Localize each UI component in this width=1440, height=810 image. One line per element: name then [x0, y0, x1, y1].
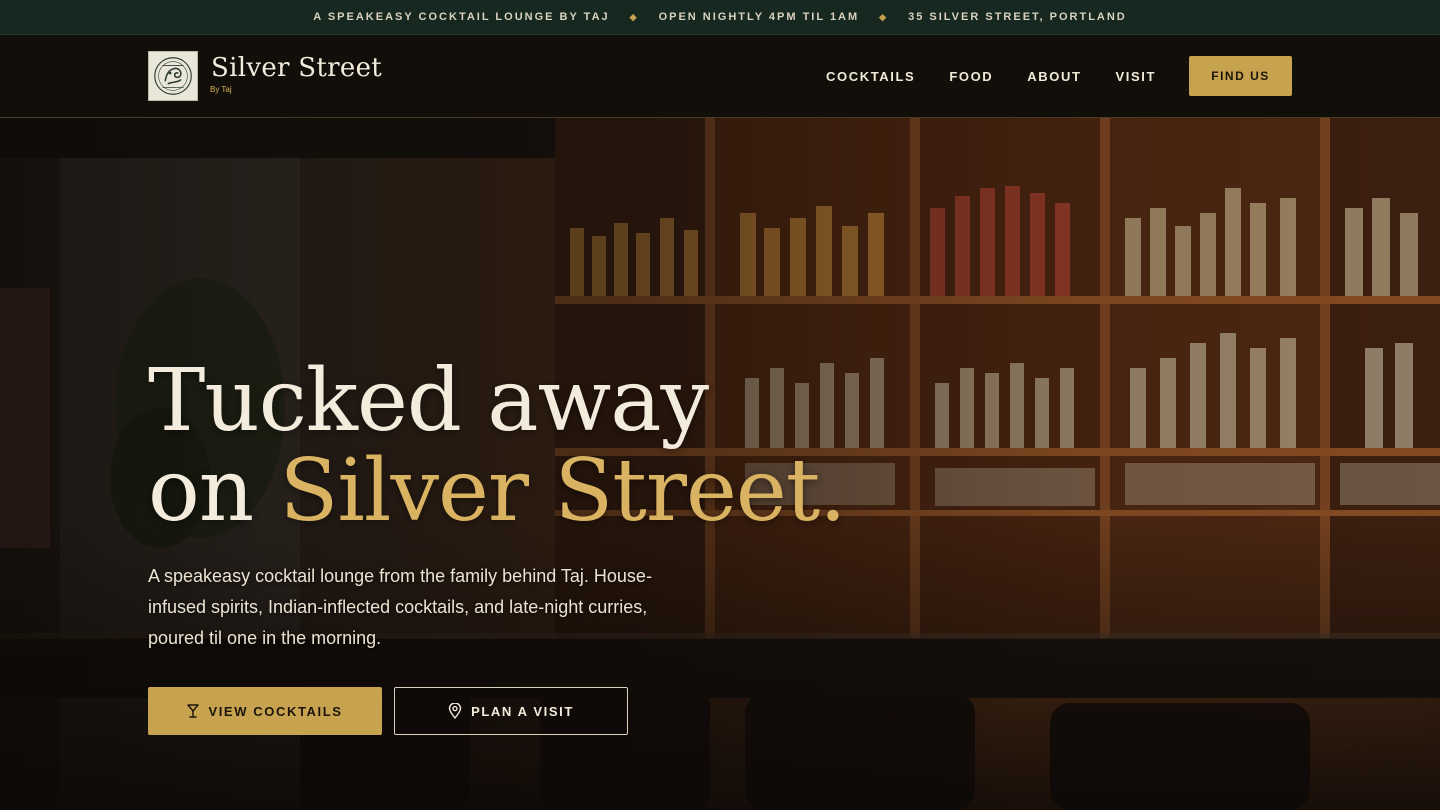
headline-prefix: on — [148, 441, 280, 541]
brand-name[interactable]: Silver Street — [211, 53, 382, 83]
nav-link-cocktails[interactable]: COCKTAILS — [826, 69, 915, 84]
diamond-separator-icon: ◆ — [879, 11, 889, 22]
map-pin-icon — [448, 703, 462, 719]
hero-headline: Tucked away on Silver Street. — [148, 351, 847, 536]
announcement-tagline: A SPEAKEASY COCKTAIL LOUNGE BY TAJ — [313, 11, 610, 23]
site-header: Silver Street By Taj COCKTAILS FOOD ABOU… — [0, 35, 1440, 118]
nav-link-food[interactable]: FOOD — [949, 69, 993, 84]
headline-line-1: Tucked away — [148, 351, 709, 451]
view-cocktails-label: VIEW COCKTAILS — [208, 703, 343, 719]
view-cocktails-button[interactable]: VIEW COCKTAILS — [148, 687, 382, 735]
cocktail-glass-icon — [187, 704, 200, 718]
announcement-bar: A SPEAKEASY COCKTAIL LOUNGE BY TAJ ◆ OPE… — [0, 0, 1440, 35]
plan-visit-button[interactable]: PLAN A VISIT — [394, 687, 628, 735]
nav-link-visit[interactable]: VISIT — [1115, 69, 1156, 84]
find-us-button[interactable]: FIND US — [1189, 56, 1292, 96]
hero-description: A speakeasy cocktail lounge from the fam… — [148, 566, 652, 648]
hero-section: Tucked away on Silver Street. A speakeas… — [0, 118, 1440, 810]
plan-visit-label: PLAN A VISIT — [471, 703, 574, 719]
brand-subtitle: By Taj — [210, 85, 232, 94]
nav-link-about[interactable]: ABOUT — [1027, 69, 1081, 84]
headline-line-2: on Silver Street. — [148, 446, 847, 536]
announcement-hours: OPEN NIGHTLY 4PM TIL 1AM — [658, 11, 860, 23]
logo-badge[interactable] — [148, 51, 198, 101]
announcement-address: 35 SILVER STREET, PORTLAND — [908, 11, 1127, 23]
diamond-separator-icon: ◆ — [629, 11, 639, 22]
main-nav: COCKTAILS FOOD ABOUT VISIT — [792, 35, 1156, 117]
headline-accent: Silver Street. — [279, 441, 847, 541]
